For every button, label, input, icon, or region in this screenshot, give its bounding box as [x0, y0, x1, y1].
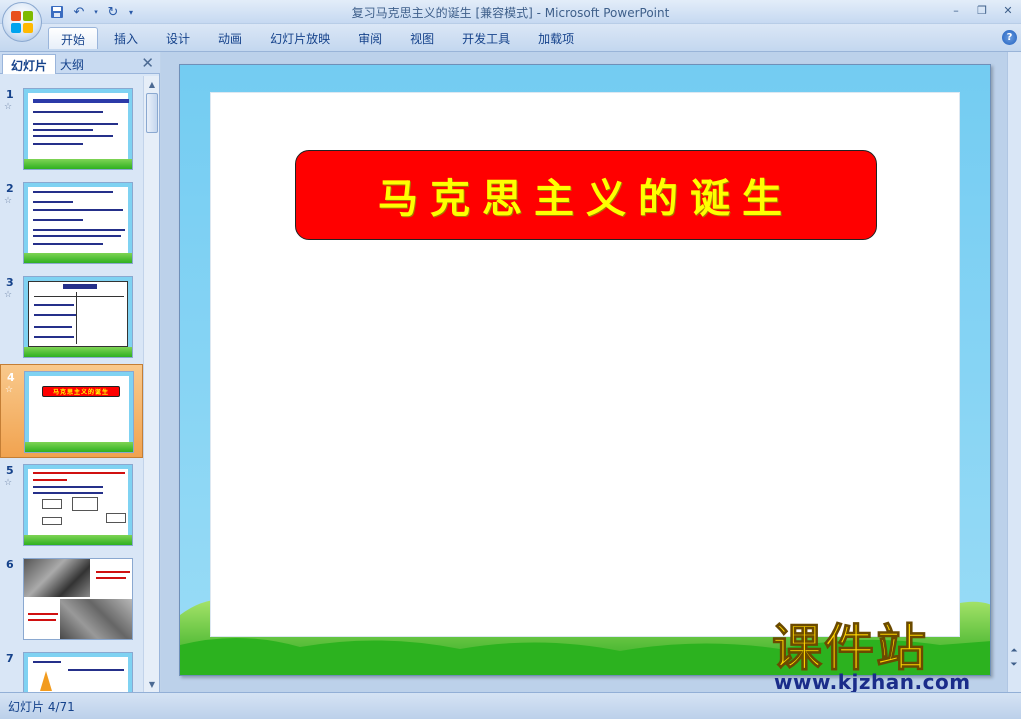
animation-icon: ☆	[4, 196, 13, 206]
next-slide-icon[interactable]: ⏷	[1007, 658, 1021, 672]
save-icon[interactable]	[48, 3, 66, 21]
tab-developer[interactable]: 开发工具	[450, 27, 522, 49]
window-controls: – ❐ ✕	[947, 2, 1017, 18]
tab-view[interactable]: 视图	[398, 27, 446, 49]
undo-dropdown-icon[interactable]: ▾	[92, 3, 100, 21]
ribbon: 开始 插入 设计 动画 幻灯片放映 审阅 视图 开发工具 加载项 ?	[0, 24, 1021, 52]
slide-preview	[23, 88, 133, 170]
close-button[interactable]: ✕	[999, 2, 1017, 18]
animation-icon: ☆	[5, 385, 14, 395]
slide-title-box[interactable]: 马克思主义的诞生	[295, 150, 877, 240]
tab-design[interactable]: 设计	[154, 27, 202, 49]
watermark-title: 课件站	[772, 618, 928, 677]
animation-icon: ☆	[4, 478, 13, 488]
slide-thumbnail-3[interactable]: 3 ☆	[0, 270, 143, 364]
tab-slideshow[interactable]: 幻灯片放映	[258, 27, 342, 49]
slide-thumbnail-7[interactable]: 7	[0, 646, 143, 692]
scroll-up-icon[interactable]: ▲	[144, 76, 160, 92]
slide-thumbnail-4[interactable]: 4 ☆ 马克思主义的诞生	[0, 364, 143, 458]
help-icon[interactable]: ?	[1002, 30, 1017, 45]
tab-animations[interactable]: 动画	[206, 27, 254, 49]
slide-preview	[23, 182, 133, 264]
slide-thumbnail-1[interactable]: 1 ☆	[0, 82, 143, 176]
previous-slide-icon[interactable]: ⏶	[1007, 644, 1021, 658]
slide-title[interactable]: 马克思主义的诞生	[378, 166, 794, 224]
undo-icon[interactable]: ↶	[70, 3, 88, 21]
slide-thumbnail-2[interactable]: 2 ☆	[0, 176, 143, 270]
animation-icon: ☆	[4, 290, 13, 300]
office-button[interactable]	[2, 2, 42, 42]
slide-preview	[23, 276, 133, 358]
slide-preview	[23, 558, 133, 640]
tab-addins[interactable]: 加载项	[526, 27, 586, 49]
customize-toolbar-icon[interactable]: ▾	[126, 3, 136, 21]
slide-preview	[23, 652, 133, 692]
slide-scrollbar[interactable]: ⏶ ⏷	[1007, 52, 1021, 692]
office-logo-icon	[11, 11, 33, 33]
tab-slides[interactable]: 幻灯片	[2, 54, 57, 74]
status-bar: 幻灯片 4/71	[0, 692, 1021, 719]
slide-number: 7	[6, 652, 14, 665]
tab-outline[interactable]: 大纲	[52, 54, 92, 74]
slide-preview: 马克思主义的诞生	[24, 371, 134, 453]
slides-pane: 幻灯片 大纲 ✕ 1 ☆ 2 ☆ 3 ☆ 4 ☆ 马克思主义的诞生 5 ☆ 6 …	[0, 52, 160, 692]
tab-home[interactable]: 开始	[48, 27, 99, 49]
thumbnail-scrollbar[interactable]: ▲ ▼	[143, 76, 159, 692]
slide-number: 5	[6, 464, 14, 477]
slide-thumbnail-5[interactable]: 5 ☆	[0, 458, 143, 552]
slide-number: 1	[6, 88, 14, 101]
tab-review[interactable]: 审阅	[346, 27, 394, 49]
thumbnail-title: 马克思主义的诞生	[52, 389, 109, 396]
pane-tabs: 幻灯片 大纲 ✕	[0, 52, 160, 74]
minimize-button[interactable]: –	[947, 2, 965, 18]
slide-number: 3	[6, 276, 14, 289]
restore-button[interactable]: ❐	[973, 2, 991, 18]
kjzhan-watermark-logo: 课件站 www.kjzhan.com	[772, 618, 1002, 696]
redo-icon[interactable]: ↻	[104, 3, 122, 21]
slide-thumbnail-6[interactable]: 6	[0, 552, 143, 646]
watermark-url: www.kjzhan.com	[774, 670, 971, 694]
ribbon-tabs: 开始 插入 设计 动画 幻灯片放映 审阅 视图 开发工具 加载项	[48, 27, 590, 49]
slide-number: 4	[7, 371, 15, 384]
slide-thumbnails: 1 ☆ 2 ☆ 3 ☆ 4 ☆ 马克思主义的诞生 5 ☆ 6 7	[0, 76, 143, 692]
slide-edit-area: 马克思主义的诞生 ⏶ ⏷	[161, 52, 1021, 692]
tab-insert[interactable]: 插入	[102, 27, 150, 49]
scroll-thumb[interactable]	[146, 93, 158, 133]
slide-position-indicator: 幻灯片 4/71	[8, 700, 75, 714]
quick-access-toolbar: ↶ ▾ ↻ ▾	[48, 3, 136, 21]
slide-preview	[23, 464, 133, 546]
animation-icon: ☆	[4, 102, 13, 112]
slide-number: 2	[6, 182, 14, 195]
current-slide[interactable]: 马克思主义的诞生	[179, 64, 991, 676]
scroll-down-icon[interactable]: ▼	[144, 676, 160, 692]
slide-number: 6	[6, 558, 14, 571]
title-bar: ↶ ▾ ↻ ▾ 复习马克思主义的诞生 [兼容模式] - Microsoft Po…	[0, 0, 1021, 24]
close-icon[interactable]: ✕	[141, 54, 154, 72]
window-title: 复习马克思主义的诞生 [兼容模式] - Microsoft PowerPoint	[351, 6, 670, 20]
